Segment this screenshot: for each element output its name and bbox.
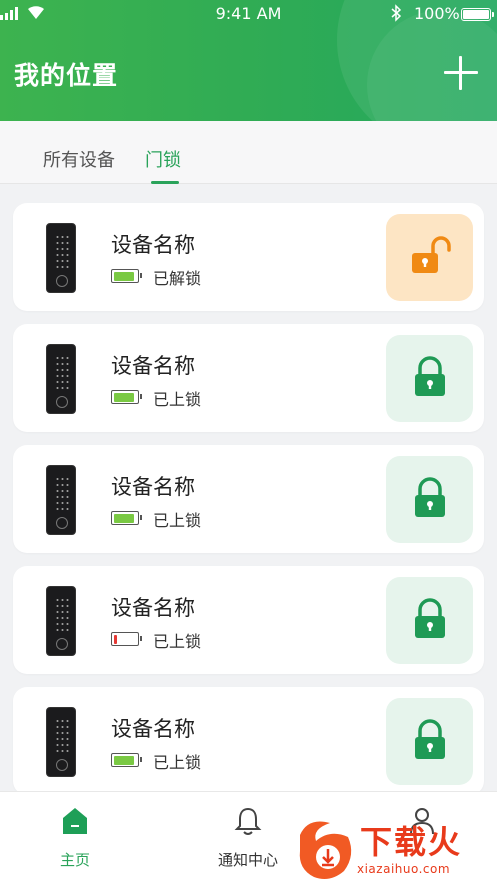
door-lock-image bbox=[46, 465, 76, 535]
door-lock-image bbox=[46, 223, 76, 293]
device-name: 设备名称 bbox=[111, 354, 195, 378]
battery-level-icon bbox=[111, 269, 142, 283]
door-lock-image bbox=[46, 344, 76, 414]
device-card[interactable]: 设备名称已上锁 bbox=[13, 445, 484, 553]
tab-all-devices[interactable]: 所有设备 bbox=[43, 146, 115, 172]
home-icon bbox=[63, 808, 87, 834]
device-card[interactable]: 设备名称已上锁 bbox=[13, 566, 484, 674]
unlock-icon bbox=[407, 233, 453, 283]
status-battery-percent: 100% bbox=[414, 4, 460, 23]
battery-level-icon bbox=[111, 632, 142, 646]
watermark-url: xiazaihuo.com bbox=[357, 862, 451, 876]
app-header: 9:41 AM 100% 我的位置 bbox=[0, 0, 497, 121]
lock-toggle-button-unlocked[interactable] bbox=[386, 214, 473, 301]
lock-icon bbox=[410, 475, 450, 525]
battery-level-icon bbox=[111, 753, 142, 767]
lock-status-text: 已上锁 bbox=[153, 753, 202, 772]
nav-home-label: 主页 bbox=[59, 851, 90, 869]
device-name: 设备名称 bbox=[111, 717, 195, 741]
lock-toggle-button-locked[interactable] bbox=[386, 456, 473, 543]
battery-level-icon bbox=[111, 390, 142, 404]
page-title: 我的位置 bbox=[14, 61, 119, 90]
nav-home[interactable]: 主页 bbox=[0, 792, 150, 883]
lock-status-text: 已上锁 bbox=[153, 511, 202, 530]
device-name: 设备名称 bbox=[111, 233, 195, 257]
device-name: 设备名称 bbox=[111, 475, 195, 499]
device-name: 设备名称 bbox=[111, 596, 195, 620]
battery-icon bbox=[461, 8, 494, 21]
lock-icon bbox=[410, 596, 450, 646]
lock-toggle-button-locked[interactable] bbox=[386, 577, 473, 664]
lock-status-text: 已上锁 bbox=[153, 390, 202, 409]
device-card[interactable]: 设备名称已上锁 bbox=[13, 324, 484, 432]
lock-status-text: 已上锁 bbox=[153, 632, 202, 651]
tab-active-indicator bbox=[151, 181, 179, 184]
bell-icon bbox=[234, 807, 262, 835]
door-lock-image bbox=[46, 586, 76, 656]
status-bar: 9:41 AM 100% bbox=[0, 0, 497, 28]
lock-icon bbox=[410, 354, 450, 404]
device-card[interactable]: 设备名称已解锁 bbox=[13, 203, 484, 311]
bluetooth-icon bbox=[391, 4, 402, 22]
battery-level-icon bbox=[111, 511, 142, 525]
lock-status-text: 已解锁 bbox=[153, 269, 202, 288]
lock-toggle-button-locked[interactable] bbox=[386, 698, 473, 785]
device-card[interactable]: 设备名称已上锁 bbox=[13, 687, 484, 795]
watermark-text: 下载火 bbox=[360, 823, 463, 861]
lock-icon bbox=[410, 717, 450, 767]
tab-door-locks[interactable]: 门锁 bbox=[145, 146, 181, 172]
tab-bar: 所有设备 门锁 bbox=[0, 121, 497, 184]
door-lock-image bbox=[46, 707, 76, 777]
add-device-button[interactable] bbox=[444, 56, 478, 90]
lock-toggle-button-locked[interactable] bbox=[386, 335, 473, 422]
